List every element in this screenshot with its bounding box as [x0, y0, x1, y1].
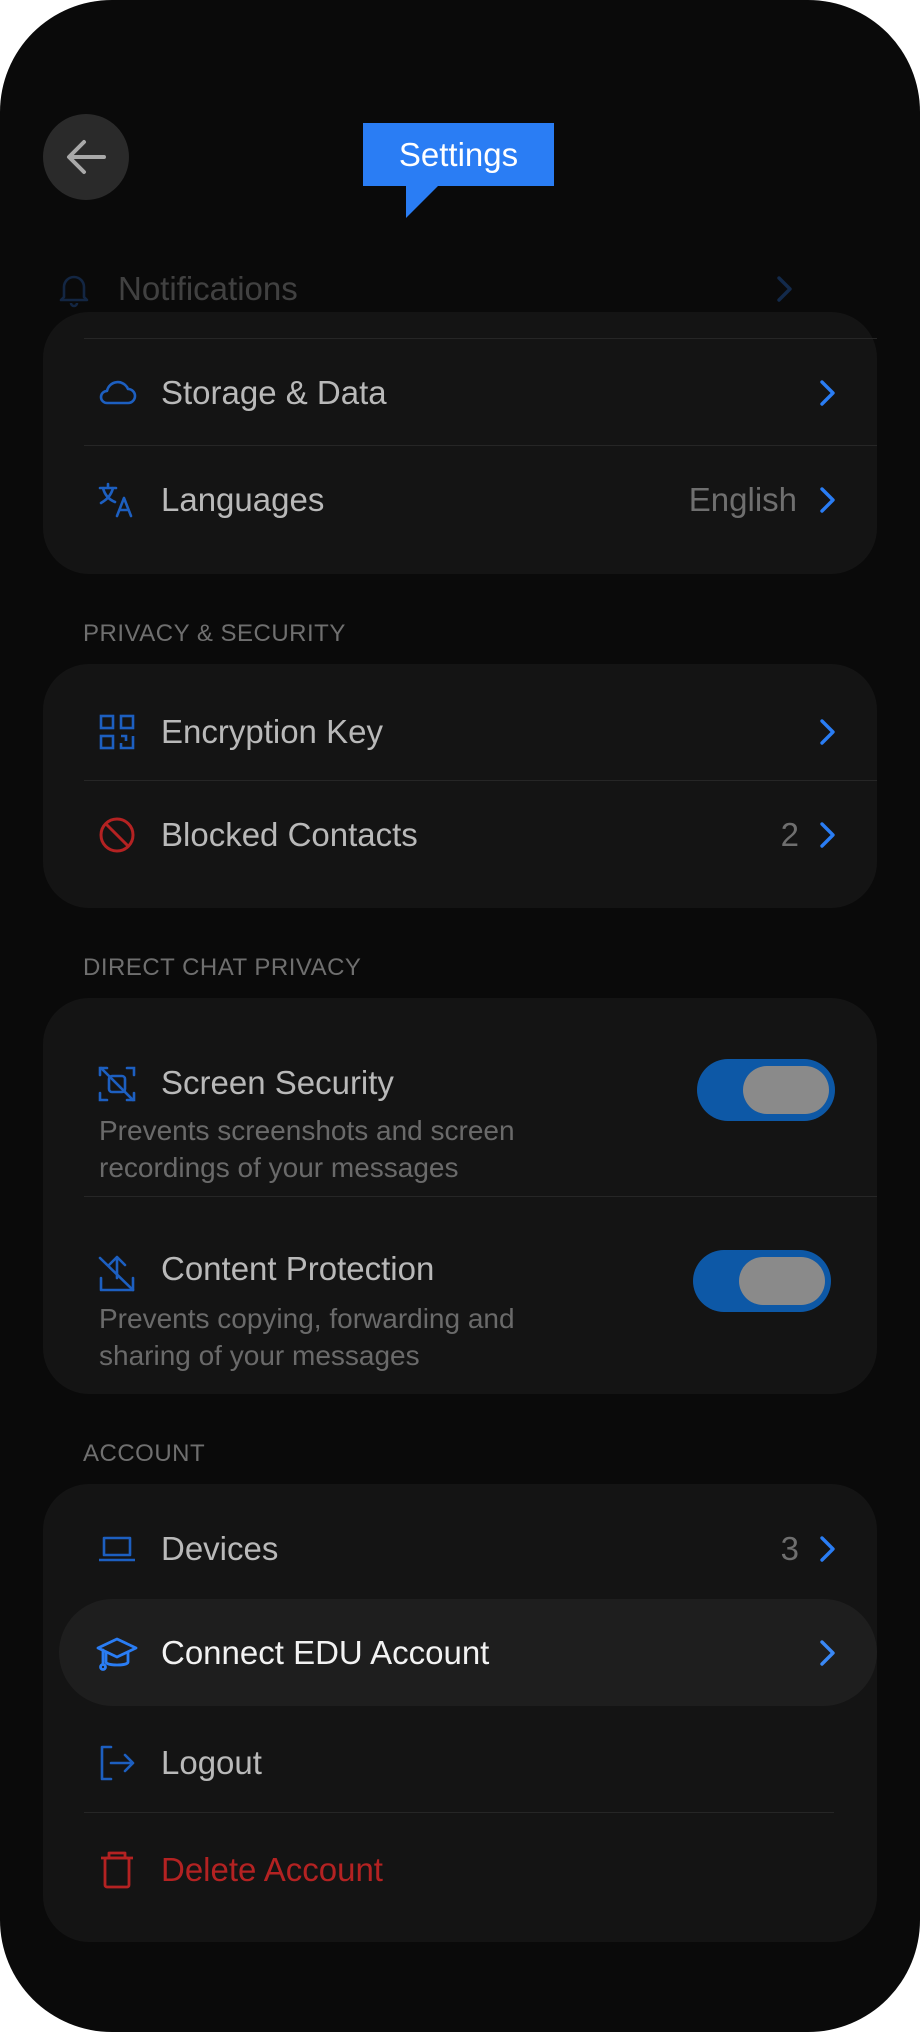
chevron-right-icon — [817, 820, 839, 850]
general-settings-card: Storage & Data Languages English — [43, 312, 877, 574]
section-header-privacy: PRIVACY & SECURITY — [83, 620, 346, 647]
settings-row-storage[interactable]: Storage & Data — [43, 339, 877, 446]
description-line: recordings of your messages — [99, 1152, 459, 1183]
settings-row-languages[interactable]: Languages English — [43, 446, 877, 553]
chevron-right-icon — [774, 274, 796, 304]
block-icon — [95, 813, 139, 857]
settings-row-content-protection: Content Protection Prevents copying, for… — [43, 1196, 877, 1394]
chevron-right-icon — [817, 1638, 839, 1668]
settings-row-screen-security: Screen Security Prevents screenshots and… — [43, 998, 877, 1196]
chevron-right-icon — [817, 485, 839, 515]
screen-security-label: Screen Security — [161, 1064, 394, 1101]
share-off-icon — [95, 1252, 139, 1296]
chevron-right-icon — [817, 378, 839, 408]
delete-account-label: Delete Account — [161, 1850, 383, 1888]
arrow-left-icon — [67, 140, 106, 174]
section-header-account: ACCOUNT — [83, 1440, 206, 1467]
settings-row-delete-account[interactable]: Delete Account — [43, 1816, 877, 1923]
laptop-icon — [95, 1527, 139, 1571]
settings-screen: Settings Notifications Storage & Data La… — [0, 0, 920, 2032]
back-button[interactable] — [43, 114, 129, 200]
description-line: sharing of your messages — [99, 1340, 420, 1371]
logout-icon — [95, 1741, 139, 1785]
cloud-icon — [95, 371, 139, 415]
settings-row-blocked-contacts[interactable]: Blocked Contacts 2 — [43, 781, 877, 888]
devices-count: 3 — [780, 1529, 799, 1567]
translate-icon — [95, 478, 139, 522]
devices-label: Devices — [161, 1529, 279, 1567]
screen-security-description: Prevents screenshots and screen recordin… — [99, 1112, 619, 1186]
description-line: Prevents screenshots and screen — [99, 1115, 515, 1146]
settings-tooltip: Settings — [363, 123, 554, 186]
languages-value: English — [688, 480, 797, 518]
settings-row-connect-edu[interactable]: Connect EDU Account — [59, 1599, 877, 1706]
blocked-contacts-label: Blocked Contacts — [161, 815, 418, 853]
chevron-right-icon — [817, 717, 839, 747]
section-header-direct-chat: DIRECT CHAT PRIVACY — [83, 954, 362, 981]
chevron-right-icon — [817, 1534, 839, 1564]
content-protection-label: Content Protection — [161, 1250, 435, 1287]
tooltip-tail — [406, 186, 438, 218]
connect-edu-label: Connect EDU Account — [161, 1633, 490, 1671]
divider — [84, 1812, 834, 1813]
logout-label: Logout — [161, 1743, 262, 1781]
qr-code-icon — [95, 710, 139, 754]
trash-icon — [95, 1848, 139, 1892]
notifications-label: Notifications — [118, 270, 298, 307]
bell-icon — [52, 267, 96, 311]
screen-security-toggle[interactable] — [697, 1059, 835, 1121]
content-protection-toggle[interactable] — [693, 1250, 831, 1312]
storage-label: Storage & Data — [161, 373, 387, 411]
screen-scan-off-icon — [95, 1062, 139, 1106]
toggle-knob — [743, 1066, 829, 1114]
privacy-security-card: Encryption Key Blocked Contacts 2 — [43, 664, 877, 908]
graduation-cap-icon — [95, 1631, 139, 1675]
settings-row-devices[interactable]: Devices 3 — [43, 1495, 877, 1602]
encryption-key-label: Encryption Key — [161, 712, 383, 750]
direct-chat-privacy-card: Screen Security Prevents screenshots and… — [43, 998, 877, 1394]
languages-label: Languages — [161, 480, 325, 518]
content-protection-description: Prevents copying, forwarding and sharing… — [99, 1300, 619, 1374]
settings-row-logout[interactable]: Logout — [43, 1709, 877, 1816]
description-line: Prevents copying, forwarding and — [99, 1303, 515, 1334]
blocked-contacts-count: 2 — [780, 815, 799, 853]
settings-row-encryption-key[interactable]: Encryption Key — [43, 678, 877, 785]
connect-edu-content: Connect EDU Account — [43, 1599, 877, 1706]
toggle-knob — [739, 1257, 825, 1305]
